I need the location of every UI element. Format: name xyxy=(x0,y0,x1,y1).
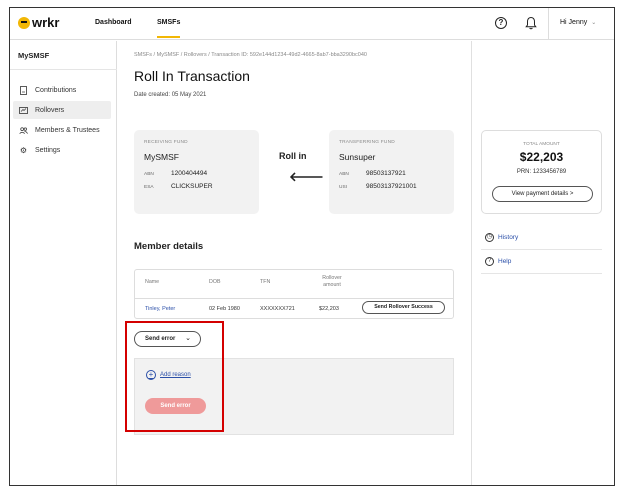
arrow-left-icon: 🡐 xyxy=(289,169,324,184)
column-header-rollover-amount: Rollover amount xyxy=(322,275,342,288)
divider xyxy=(481,273,602,274)
receiving-fund-name: MySMSF xyxy=(144,152,179,162)
total-amount-card: TOTAL AMOUNT $22,203 PRN: 1233456789 Vie… xyxy=(481,130,602,214)
abn-label: ABN xyxy=(339,172,349,177)
nav-dashboard[interactable]: Dashboard xyxy=(95,19,132,26)
help-icon[interactable]: ? xyxy=(495,17,507,29)
receiving-fund-label: RECEIVING FUND xyxy=(144,140,188,145)
divider xyxy=(481,249,602,250)
app-window: wrkr Dashboard SMSFs ? Hi Jenny ⌄ MySMSF … xyxy=(9,7,615,486)
history-link[interactable]: ◷ History xyxy=(485,233,518,242)
question-icon: ? xyxy=(485,257,494,266)
view-payment-details-button[interactable]: View payment details > xyxy=(492,186,593,202)
esa-label: ESA xyxy=(144,185,154,190)
highlight-annotation xyxy=(125,321,224,432)
page-title: Roll In Transaction xyxy=(134,68,250,84)
sidebar-item-settings[interactable]: ⚙ Settings xyxy=(13,141,111,159)
sidebar-item-rollovers[interactable]: Rollovers xyxy=(13,101,111,119)
help-link[interactable]: ? Help xyxy=(485,257,511,266)
user-greeting: Hi Jenny xyxy=(560,19,588,26)
history-label: History xyxy=(498,234,519,241)
column-header-dob: DOB xyxy=(209,279,221,285)
sidebar-title: MySMSF xyxy=(18,51,50,60)
column-header-name: Name xyxy=(145,279,160,285)
total-amount-label: TOTAL AMOUNT xyxy=(523,142,560,147)
member-tfn: XXXXXXX721 xyxy=(260,306,295,312)
sidebar-item-label: Rollovers xyxy=(35,106,65,114)
nav-smsfs[interactable]: SMSFs xyxy=(157,19,181,38)
member-dob: 02 Feb 1980 xyxy=(209,306,240,312)
receiving-fund-card: RECEIVING FUND MySMSF ABN 1200404494 ESA… xyxy=(134,130,259,214)
transferring-fund-name: Sunsuper xyxy=(339,152,376,162)
sidebar-item-label: Contributions xyxy=(35,86,77,94)
user-menu[interactable]: Hi Jenny ⌄ xyxy=(560,19,596,26)
people-icon xyxy=(19,126,28,135)
prn-value: PRN: 1233456789 xyxy=(516,169,567,175)
transferring-fund-card: TRANSFERRING FUND Sunsuper ABN 985031379… xyxy=(329,130,454,214)
rollover-icon xyxy=(19,106,28,115)
member-name-link[interactable]: Tinley, Peter xyxy=(145,306,175,312)
gear-icon: ⚙ xyxy=(19,145,28,155)
abn-value: 1200404494 xyxy=(171,170,208,177)
date-created: Date created: 05 May 2021 xyxy=(134,92,207,98)
breadcrumb[interactable]: SMSFs / MySMSF / Rollovers / Transaction… xyxy=(134,52,367,58)
help-label: Help xyxy=(498,258,512,265)
usi-value: 98503137921001 xyxy=(366,183,417,190)
bee-icon xyxy=(18,16,30,29)
member-amount: $22,203 xyxy=(319,306,339,312)
usi-label: USI xyxy=(339,185,347,190)
send-rollover-success-button[interactable]: Send Rollover Success xyxy=(362,301,445,314)
roll-in-label: Roll in xyxy=(279,151,307,161)
clock-icon: ◷ xyxy=(485,233,494,242)
total-amount-value: $22,203 xyxy=(519,150,564,164)
column-header-tfn: TFN xyxy=(260,279,271,285)
abn-label: ABN xyxy=(144,172,154,177)
member-table: Name DOB TFN Rollover amount Tinley, Pet… xyxy=(134,269,454,319)
wrkr-logo[interactable]: wrkr xyxy=(18,15,59,30)
logo-text: wrkr xyxy=(32,15,60,30)
sidebar-item-label: Settings xyxy=(35,146,61,154)
esa-value: CLICKSUPER xyxy=(171,183,213,190)
abn-value: 98503137921 xyxy=(366,170,406,177)
member-details-title: Member details xyxy=(134,241,204,252)
divider xyxy=(471,41,472,485)
sidebar-item-members-trustees[interactable]: Members & Trustees xyxy=(13,121,111,139)
chevron-down-icon: ⌄ xyxy=(591,20,597,26)
top-navbar: wrkr Dashboard SMSFs ? Hi Jenny ⌄ xyxy=(10,8,614,40)
document-icon xyxy=(19,85,28,95)
divider xyxy=(135,298,453,299)
sidebar-item-contributions[interactable]: Contributions xyxy=(13,81,111,99)
bell-icon[interactable] xyxy=(525,16,537,30)
transferring-fund-label: TRANSFERRING FUND xyxy=(339,140,395,145)
sidebar: MySMSF Contributions Rollovers Members &… xyxy=(10,41,117,485)
divider xyxy=(548,8,549,40)
sidebar-item-label: Members & Trustees xyxy=(35,126,100,134)
divider xyxy=(10,69,117,70)
